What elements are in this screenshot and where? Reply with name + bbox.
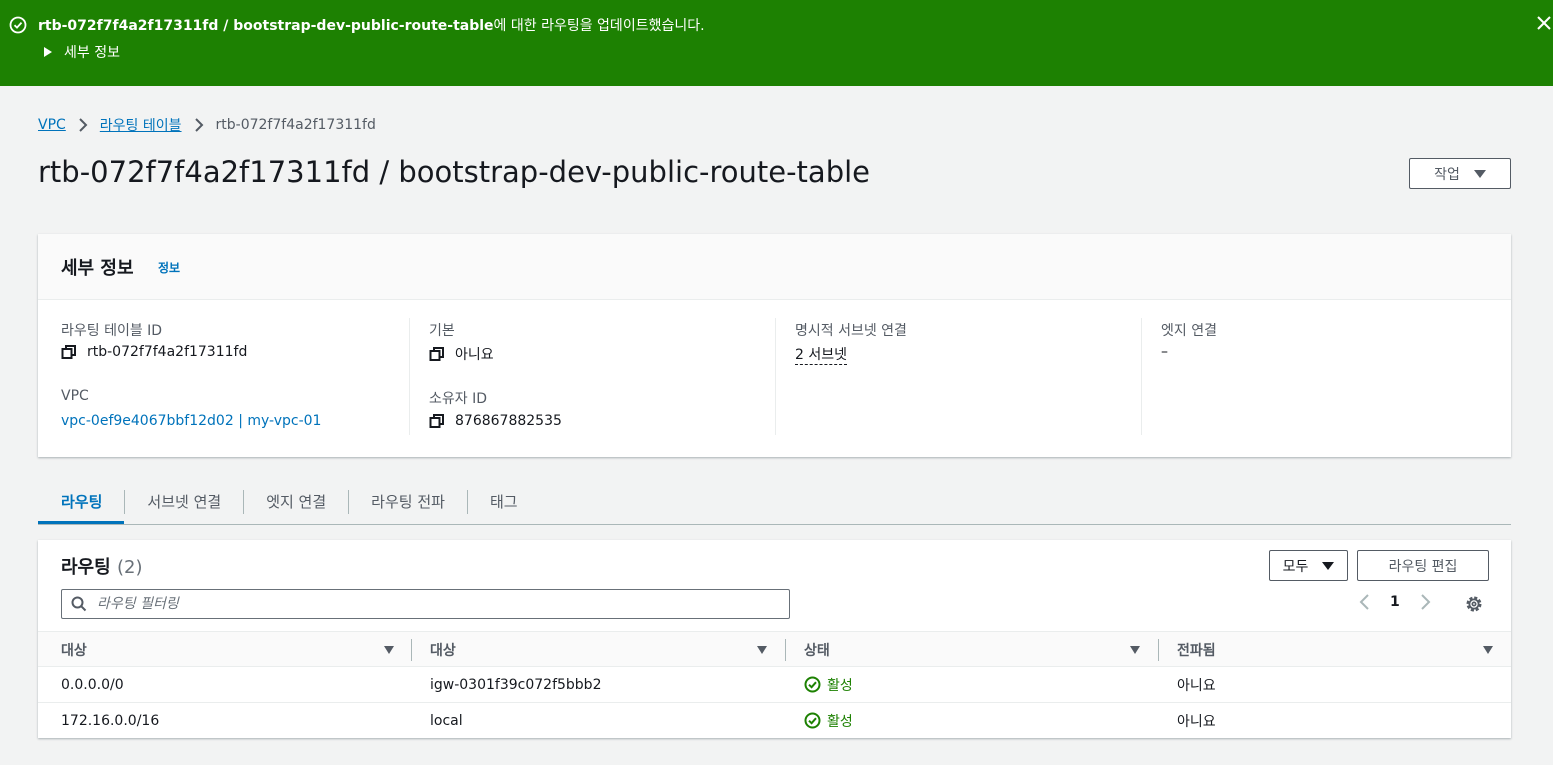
page-number[interactable]: 1	[1390, 594, 1400, 610]
sort-icon[interactable]	[757, 645, 767, 654]
caret-down-icon	[1322, 561, 1335, 570]
table-header: 대상 대상 상태 전파됨	[38, 631, 1511, 667]
subnet-assoc-value[interactable]: 2 서브넷	[795, 344, 847, 365]
chevron-left-icon[interactable]	[1358, 593, 1370, 611]
vpc-label: VPC	[61, 388, 89, 404]
route-table-id-field: rtb-072f7f4a2f17311fd	[61, 344, 247, 360]
column-divider[interactable]	[1158, 639, 1159, 661]
close-icon[interactable]	[1535, 14, 1553, 32]
tab-tags[interactable]: 태그	[468, 481, 540, 524]
page-title: rtb-072f7f4a2f17311fd / bootstrap-dev-pu…	[38, 155, 871, 189]
tab-edge-associations[interactable]: 엣지 연결	[244, 481, 348, 524]
column-header-destination[interactable]: 대상	[61, 632, 401, 667]
route-table-id-value: rtb-072f7f4a2f17311fd	[87, 344, 248, 360]
column-divider[interactable]	[411, 639, 412, 661]
details-column-1: 라우팅 테이블 ID rtb-072f7f4a2f17311fd VPC vpc…	[61, 318, 401, 435]
column-header-target[interactable]: 대상	[430, 632, 770, 667]
breadcrumb-vpc[interactable]: VPC	[38, 117, 66, 133]
column-divider[interactable]	[785, 639, 786, 661]
table-row: 0.0.0.0/0 igw-0301f39c072f5bbb2 활성 아니요	[38, 667, 1511, 703]
search-icon	[71, 596, 87, 612]
status-cell: 활성	[804, 703, 853, 738]
routes-table: 대상 대상 상태 전파됨 0.0.0.0/0 igw-0301f39c072f5…	[38, 631, 1511, 739]
main-label: 기본	[429, 323, 455, 339]
caret-down-icon	[1473, 169, 1486, 178]
column-label: 대상	[430, 642, 456, 659]
main-field: 아니요	[429, 344, 494, 364]
status-text: 활성	[827, 713, 853, 730]
status-text: 활성	[827, 677, 853, 694]
main-value: 아니요	[455, 347, 494, 363]
sort-icon[interactable]	[1130, 645, 1140, 654]
destination-cell: 0.0.0.0/0	[61, 676, 124, 693]
tab-routes[interactable]: 라우팅	[38, 481, 125, 524]
details-column-2: 기본 아니요 소유자 ID 876867882535	[409, 318, 775, 435]
route-filter-value: 모두	[1282, 558, 1309, 575]
subnet-assoc-label: 명시적 서브넷 연결	[795, 323, 907, 339]
edge-assoc-label: 엣지 연결	[1161, 323, 1217, 339]
success-check-icon	[9, 16, 27, 34]
breadcrumb-route-tables[interactable]: 라우팅 테이블	[100, 115, 182, 135]
copy-icon[interactable]	[429, 346, 445, 362]
flash-message-resource: rtb-072f7f4a2f17311fd / bootstrap-dev-pu…	[38, 18, 494, 34]
flash-details-toggle[interactable]: 세부 정보	[44, 42, 120, 62]
column-header-status[interactable]: 상태	[804, 632, 1144, 667]
actions-dropdown-button[interactable]: 작업	[1409, 158, 1511, 189]
route-search-box	[61, 589, 790, 619]
routes-title-text: 라우팅	[61, 557, 111, 578]
propagated-cell: 아니요	[1177, 713, 1216, 730]
column-label: 대상	[61, 642, 87, 659]
flash-details-label: 세부 정보	[64, 45, 120, 61]
details-title: 세부 정보	[61, 258, 134, 279]
chevron-right-icon	[79, 118, 88, 132]
actions-label: 작업	[1434, 166, 1460, 183]
chevron-right-icon[interactable]	[1420, 593, 1432, 611]
gear-icon[interactable]	[1464, 594, 1484, 614]
vpc-link[interactable]: vpc-0ef9e4067bbf12d02 | my-vpc-01	[61, 413, 321, 429]
column-label: 전파됨	[1177, 642, 1216, 659]
info-link[interactable]: 정보	[158, 259, 180, 276]
sort-icon[interactable]	[1483, 645, 1493, 654]
tab-route-propagation[interactable]: 라우팅 전파	[349, 481, 467, 524]
destination-cell: 172.16.0.0/16	[61, 712, 160, 729]
details-panel: 세부 정보 정보 라우팅 테이블 ID rtb-072f7f4a2f17311f…	[38, 234, 1511, 457]
routes-count: (2)	[116, 557, 143, 578]
breadcrumb-current: rtb-072f7f4a2f17311fd	[215, 117, 376, 133]
flash-message: rtb-072f7f4a2f17311fd / bootstrap-dev-pu…	[38, 15, 705, 35]
route-table-id-label: 라우팅 테이블 ID	[61, 323, 163, 339]
target-cell: local	[430, 712, 463, 729]
propagated-cell: 아니요	[1177, 677, 1216, 694]
owner-id-label: 소유자 ID	[429, 391, 487, 407]
sort-icon[interactable]	[384, 645, 394, 654]
copy-icon[interactable]	[61, 344, 77, 360]
column-header-propagated[interactable]: 전파됨	[1177, 632, 1497, 667]
flash-message-text: 에 대한 라우팅을 업데이트했습니다.	[493, 18, 705, 34]
column-label: 상태	[804, 642, 830, 659]
routes-title: 라우팅 (2)	[61, 553, 142, 579]
edge-assoc-value: –	[1161, 344, 1168, 360]
owner-id-field: 876867882535	[429, 413, 562, 429]
tab-list: 라우팅 서브넷 연결 엣지 연결 라우팅 전파 태그	[38, 481, 1511, 525]
caret-right-icon	[44, 47, 52, 57]
route-filter-select[interactable]: 모두	[1269, 550, 1348, 581]
edit-routes-button[interactable]: 라우팅 편집	[1357, 550, 1489, 581]
status-cell: 활성	[804, 667, 853, 702]
tab-subnet-associations[interactable]: 서브넷 연결	[125, 481, 243, 524]
copy-icon[interactable]	[429, 413, 445, 429]
table-row: 172.16.0.0/16 local 활성 아니요	[38, 703, 1511, 739]
pagination: 1	[1358, 593, 1432, 611]
success-check-icon	[804, 712, 821, 729]
chevron-right-icon	[194, 118, 203, 132]
success-check-icon	[804, 676, 821, 693]
target-link[interactable]: igw-0301f39c072f5bbb2	[430, 667, 601, 702]
owner-id-value: 876867882535	[455, 413, 562, 429]
details-panel-header: 세부 정보 정보	[38, 234, 1511, 300]
routes-panel: 라우팅 (2) 모두 라우팅 편집 1 대상 대상	[38, 540, 1511, 738]
route-search-input[interactable]	[97, 596, 777, 612]
details-column-3: 명시적 서브넷 연결 2 서브넷	[775, 318, 1141, 435]
details-column-4: 엣지 연결 –	[1141, 318, 1491, 435]
breadcrumb: VPC 라우팅 테이블 rtb-072f7f4a2f17311fd	[38, 115, 376, 135]
success-flash-banner: rtb-072f7f4a2f17311fd / bootstrap-dev-pu…	[0, 0, 1553, 86]
